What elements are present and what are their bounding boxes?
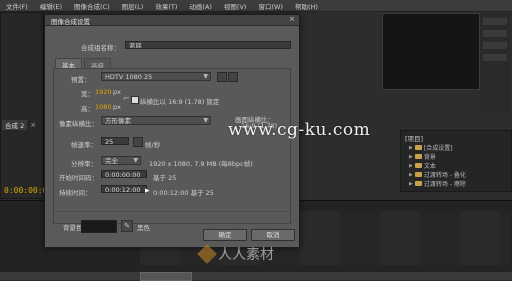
project-item[interactable]: ▶ 文本 xyxy=(409,161,436,171)
duration-info: 0:00:12:00 基于 25 xyxy=(153,189,214,197)
duration-input[interactable]: 0:00:12:00 xyxy=(101,185,147,193)
watermark-logo-text: 人人素材 xyxy=(218,247,274,263)
info-row xyxy=(483,30,507,37)
expand-arrow-icon[interactable]: ▶ xyxy=(409,154,413,160)
menu-layer[interactable]: 图层(L) xyxy=(116,1,150,11)
divider xyxy=(55,211,287,212)
frame-rate-input[interactable]: 25 xyxy=(101,137,129,145)
composition-name-label: 合成组名称： xyxy=(81,44,120,52)
info-row xyxy=(483,54,507,61)
left-panel xyxy=(0,12,44,199)
menu-view[interactable]: 视图(V) xyxy=(218,1,253,11)
preset-select[interactable]: HDTV 1080 25 ▼ xyxy=(101,72,211,81)
project-item-label: 文本 xyxy=(423,163,436,170)
save-preset-icon[interactable] xyxy=(217,72,227,82)
frame-rate-dropdown-icon[interactable] xyxy=(133,137,143,147)
composition-tab[interactable]: 合成 2 × xyxy=(2,120,36,130)
menu-composition[interactable]: 图像合成(C) xyxy=(68,1,116,11)
project-item[interactable]: ▶ 过渡转场 - 擦除 xyxy=(409,179,466,189)
info-panel xyxy=(480,13,510,113)
resolution-label: 分辨率： xyxy=(71,160,97,168)
project-panel: [项目] ▶ [合成设置] ▶ 背景 ▶ 文本 ▶ 过渡转场 - 叠化 ▶ 过渡… xyxy=(400,130,512,192)
folder-icon xyxy=(414,181,422,186)
width-unit: px xyxy=(113,88,121,96)
frame-rate-unit: 帧/秒 xyxy=(145,141,161,149)
close-icon[interactable]: × xyxy=(289,15,295,23)
resolution-value: 完全 xyxy=(105,157,118,165)
watermark-text: www.cg-ku.com xyxy=(228,120,371,140)
folder-icon xyxy=(414,172,422,177)
expand-arrow-icon[interactable]: ▶ xyxy=(409,181,413,187)
background-color-swatch[interactable] xyxy=(81,220,117,233)
dialog-title: 图像合成设置 xyxy=(51,18,90,26)
menu-animation[interactable]: 动画(A) xyxy=(183,1,218,11)
chevron-down-icon: ▼ xyxy=(203,73,208,80)
resolution-info: 1920 x 1080, 7.9 MB (每8bpc帧) xyxy=(149,160,253,168)
folder-icon xyxy=(414,145,422,150)
width-label: 宽： xyxy=(81,90,94,98)
project-item[interactable]: ▶ 过渡转场 - 叠化 xyxy=(409,170,466,180)
pixel-aspect-select[interactable]: 方形像素 ▼ xyxy=(101,116,211,125)
expand-arrow-icon[interactable]: ▶ xyxy=(409,172,413,178)
composition-viewer xyxy=(382,13,480,90)
project-item-label: [合成设置] xyxy=(423,145,453,152)
composition-tab-label: 合成 2 xyxy=(2,120,28,130)
duration-label: 持续时间： xyxy=(59,189,92,197)
info-row xyxy=(483,18,507,25)
pixel-aspect-value: 方形像素 xyxy=(105,117,131,125)
delete-preset-icon[interactable] xyxy=(228,72,238,82)
menu-file[interactable]: 文件(F) xyxy=(0,1,34,11)
composition-name-input[interactable]: 蓝底 xyxy=(125,41,291,49)
info-row xyxy=(483,42,507,49)
mouse-cursor-icon: ▸ xyxy=(145,186,150,196)
project-panel-title: [项目] xyxy=(405,135,424,143)
close-icon[interactable]: × xyxy=(30,121,36,129)
height-unit: px xyxy=(113,103,121,111)
preset-value: HDTV 1080 25 xyxy=(105,73,153,81)
menu-window[interactable]: 窗口(W) xyxy=(252,1,289,11)
menu-help[interactable]: 帮助(H) xyxy=(289,1,324,11)
width-value[interactable]: 1920 xyxy=(95,88,112,96)
dialog-titlebar: 图像合成设置 × xyxy=(45,15,299,26)
pixel-aspect-label: 像素纵横比： xyxy=(59,120,98,128)
preset-label: 预置： xyxy=(71,76,91,84)
start-timecode-base: 基于 25 xyxy=(153,174,177,182)
resolution-select[interactable]: 完全 ▼ xyxy=(101,156,141,165)
logo-mark-icon xyxy=(197,244,217,264)
expand-arrow-icon[interactable]: ▶ xyxy=(409,145,413,151)
menu-effect[interactable]: 效果(T) xyxy=(149,1,183,11)
start-timecode-label: 开始时间码： xyxy=(59,174,98,182)
height-label: 高： xyxy=(81,105,94,113)
background-color-name: 黑色 xyxy=(137,224,150,232)
folder-icon xyxy=(414,163,422,168)
status-bar xyxy=(0,272,512,280)
menu-edit[interactable]: 编辑(E) xyxy=(34,1,68,11)
ok-button[interactable]: 确定 xyxy=(203,229,247,241)
lock-aspect-checkbox[interactable] xyxy=(131,96,139,104)
folder-icon xyxy=(414,154,422,159)
watermark-logo: 人人素材 xyxy=(197,244,274,264)
start-timecode-input[interactable]: 0:00:00:00 xyxy=(101,170,147,178)
menu-bar: 文件(F) 编辑(E) 图像合成(C) 图层(L) 效果(T) 动画(A) 视图… xyxy=(0,0,512,12)
project-item-label: 背景 xyxy=(423,154,436,161)
cancel-button[interactable]: 取消 xyxy=(251,229,295,241)
project-item-label: 过渡转场 - 擦除 xyxy=(423,181,466,188)
height-value[interactable]: 1080 xyxy=(95,103,112,111)
lock-aspect-label: 纵横比以 16:9 (1.78) 锁定 xyxy=(140,98,220,106)
project-item[interactable]: ▶ [合成设置] xyxy=(409,143,453,153)
expand-arrow-icon[interactable]: ▶ xyxy=(409,163,413,169)
project-item[interactable]: ▶ 背景 xyxy=(409,152,436,162)
eyedropper-icon[interactable]: ✎ xyxy=(121,220,133,232)
chevron-down-icon: ▼ xyxy=(203,117,208,124)
frame-rate-label: 帧速率： xyxy=(71,141,97,149)
chevron-down-icon: ▼ xyxy=(133,157,138,164)
project-item-label: 过渡转场 - 叠化 xyxy=(423,172,466,179)
link-icon: ⌐ xyxy=(123,94,130,103)
